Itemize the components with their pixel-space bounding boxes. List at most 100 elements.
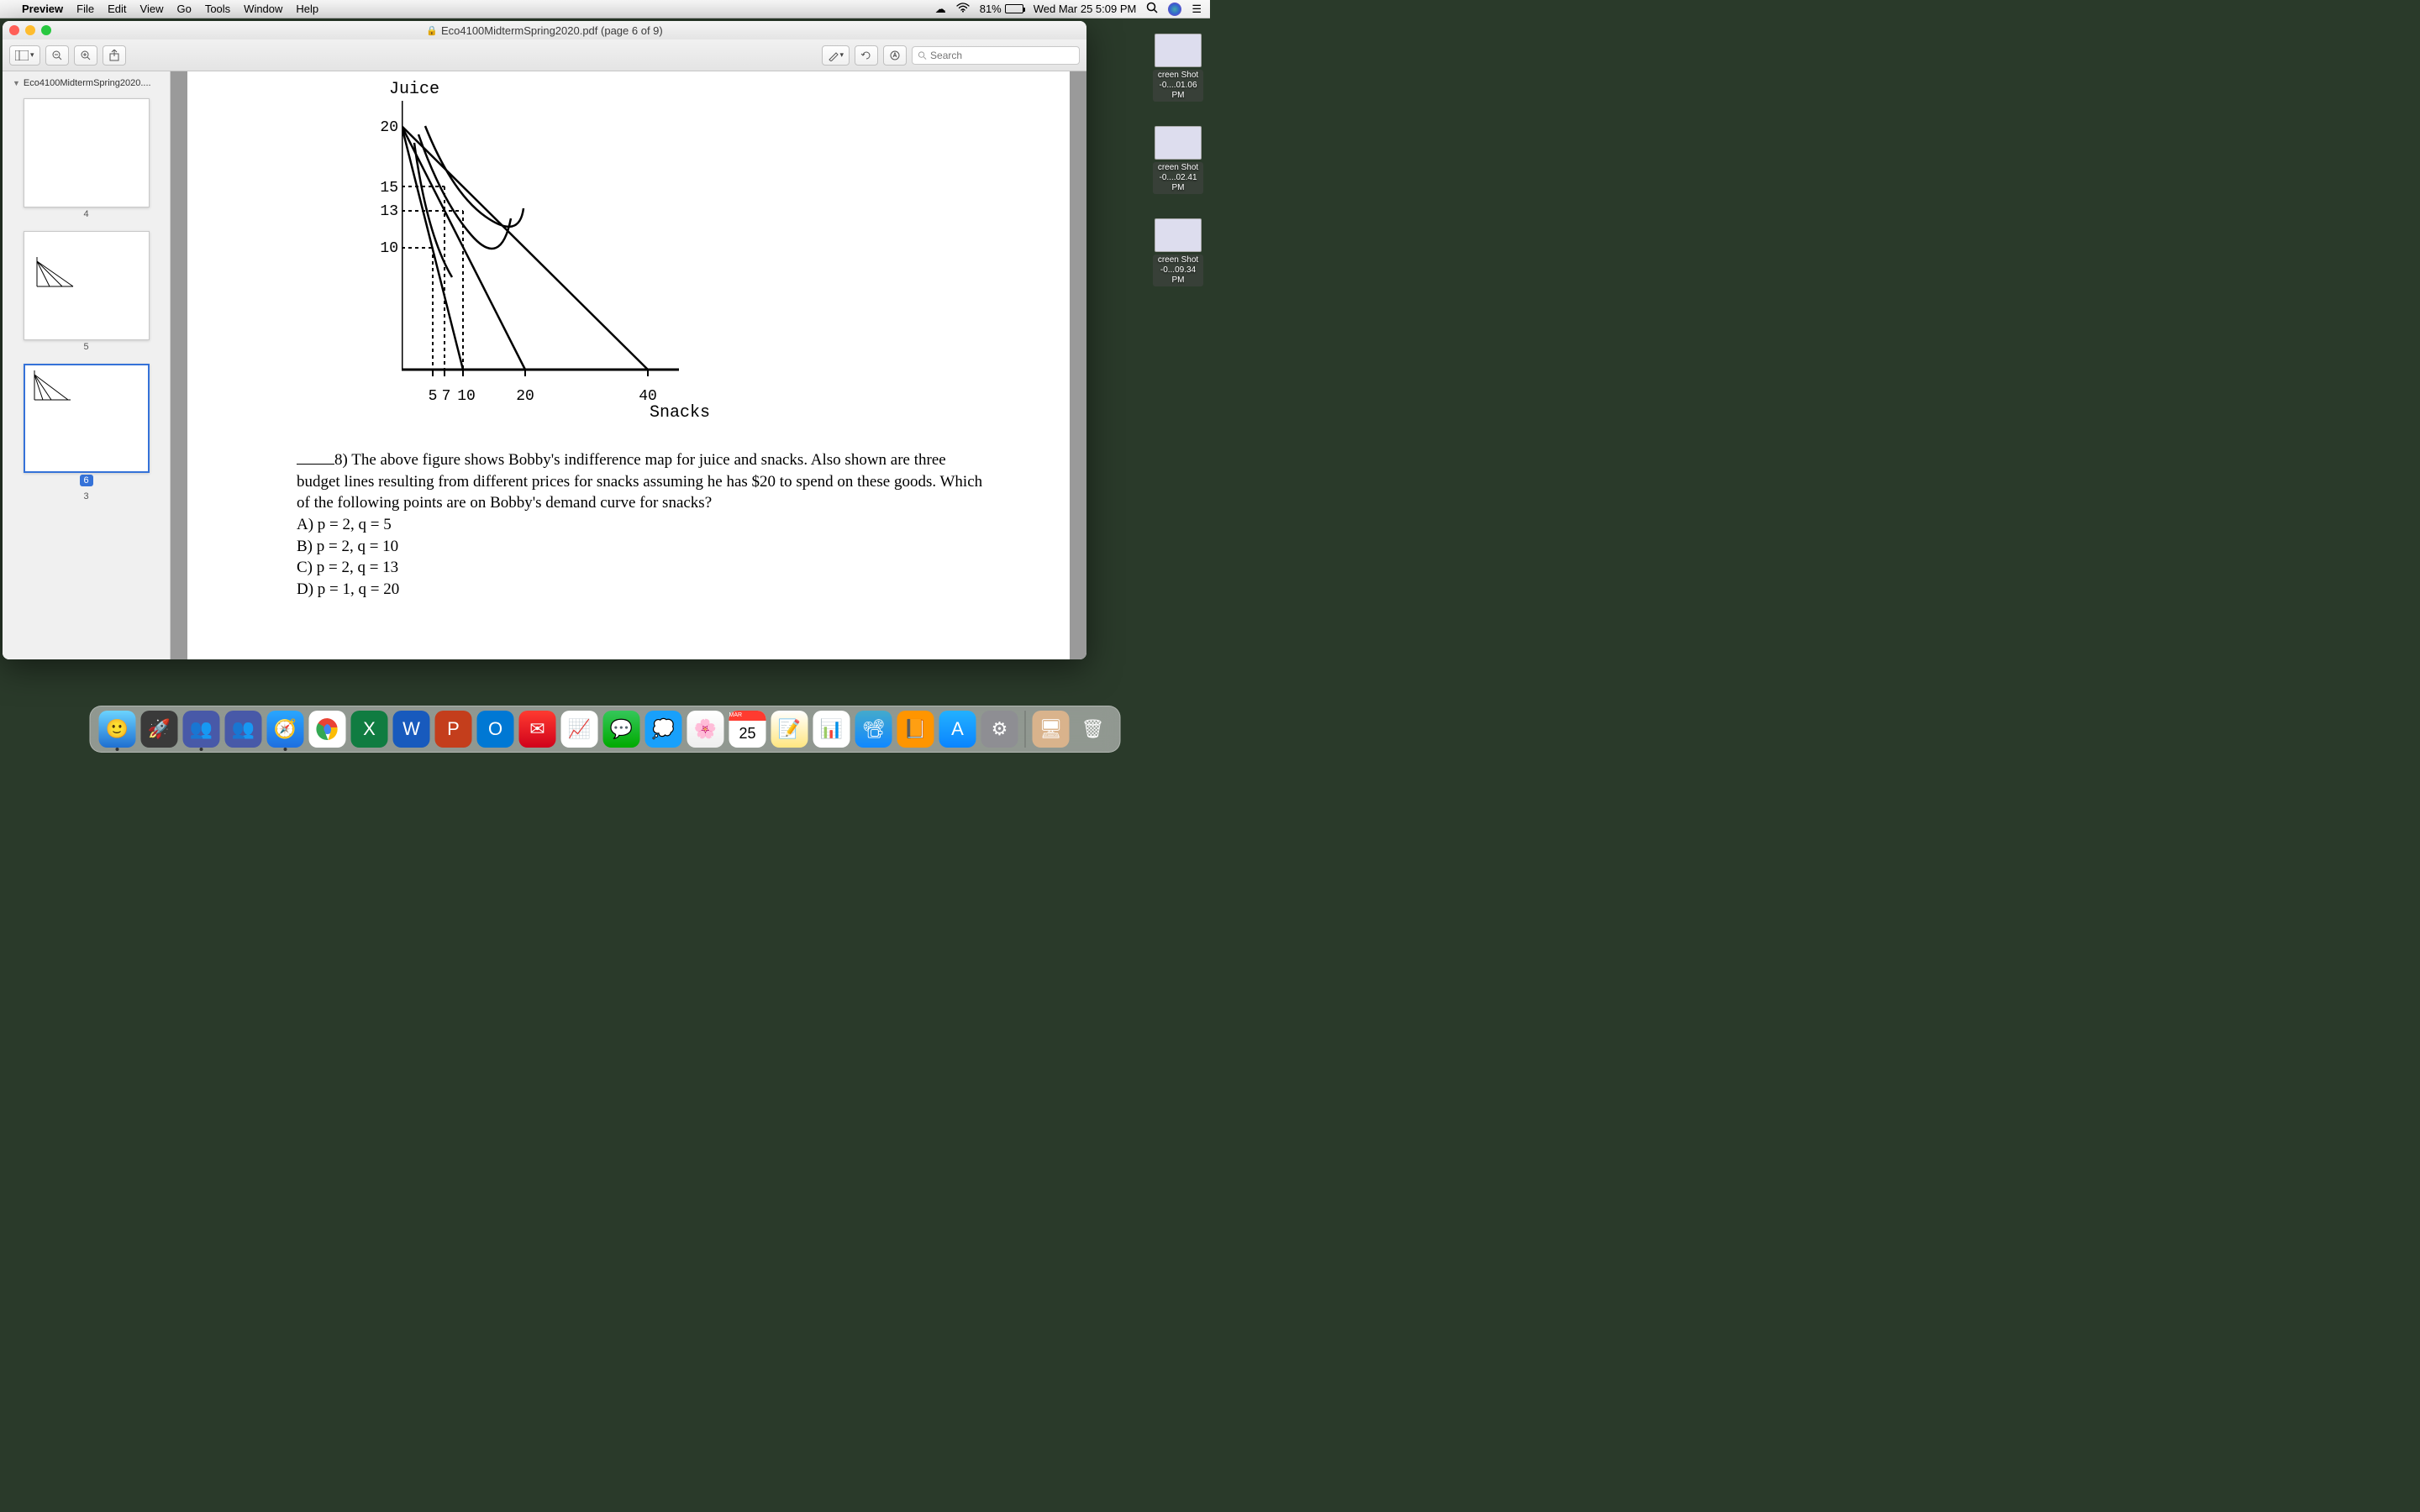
- dock-chat[interactable]: 💭: [645, 711, 682, 748]
- xtick-7: 7: [442, 388, 451, 405]
- page-thumbnail-6[interactable]: [24, 364, 150, 473]
- menu-go[interactable]: Go: [176, 3, 191, 15]
- siri-icon[interactable]: [1168, 3, 1181, 16]
- highlight-button[interactable]: ▾: [822, 45, 850, 66]
- dock-launchpad[interactable]: 🚀: [141, 711, 178, 748]
- menu-view[interactable]: View: [140, 3, 164, 15]
- chart-svg: [402, 101, 704, 386]
- menu-file[interactable]: File: [76, 3, 94, 15]
- close-button[interactable]: [9, 25, 19, 35]
- window-titlebar[interactable]: 🔒 Eco4100MidtermSpring2020.pdf (page 6 o…: [3, 21, 1086, 39]
- minimize-button[interactable]: [25, 25, 35, 35]
- dock-teams-2[interactable]: 👥: [225, 711, 262, 748]
- file-thumb-icon: [1155, 34, 1202, 67]
- dock-messages[interactable]: 💬: [603, 711, 640, 748]
- dock-numbers[interactable]: 📊: [813, 711, 850, 748]
- search-field[interactable]: [912, 46, 1080, 65]
- page-number-5: 5: [11, 342, 161, 352]
- dock-finder[interactable]: 🙂: [99, 711, 136, 748]
- question-text: The above figure shows Bobby's indiffere…: [297, 451, 982, 512]
- dock-excel[interactable]: X: [351, 711, 388, 748]
- share-button[interactable]: [103, 45, 126, 66]
- dock-screenshare[interactable]: 🖥: [1033, 711, 1070, 748]
- battery-percent: 81%: [980, 3, 1002, 15]
- dock-chrome[interactable]: [309, 711, 346, 748]
- option-a: A) p = 2, q = 5: [297, 516, 392, 533]
- question-block: 8) The above figure shows Bobby's indiff…: [297, 449, 986, 600]
- page-viewer[interactable]: Juice: [171, 71, 1086, 659]
- menubar-datetime[interactable]: Wed Mar 25 5:09 PM: [1034, 3, 1137, 15]
- notification-center-icon[interactable]: ☰: [1192, 3, 1202, 16]
- dock-books[interactable]: 📙: [897, 711, 934, 748]
- desktop-screenshot-3[interactable]: creen Shot-0...09.34 PM: [1153, 218, 1203, 286]
- dock-mail[interactable]: ✉︎: [519, 711, 556, 748]
- dock-powerpoint[interactable]: P: [435, 711, 472, 748]
- question-number: 8): [334, 451, 348, 469]
- dock: 🙂 🚀 👥 👥 🧭 X W P O ✉︎ 📈 💬 💭 🌸 MAR 25 📝 📊 …: [90, 706, 1121, 753]
- menu-edit[interactable]: Edit: [108, 3, 126, 15]
- y-axis-label: Juice: [389, 80, 439, 99]
- dock-trash[interactable]: 🗑: [1075, 711, 1112, 748]
- menu-window[interactable]: Window: [244, 3, 282, 15]
- spotlight-icon[interactable]: [1146, 2, 1158, 16]
- file-thumb-icon: [1155, 218, 1202, 252]
- dock-keynote[interactable]: 📽: [855, 711, 892, 748]
- option-b: B) p = 2, q = 10: [297, 538, 398, 555]
- page-thumbnail-4[interactable]: [24, 98, 150, 207]
- app-name[interactable]: Preview: [22, 3, 63, 15]
- xtick-40: 40: [639, 388, 657, 405]
- x-axis-label: Snacks: [650, 403, 710, 423]
- page-number-6: 6: [80, 475, 93, 486]
- menu-tools[interactable]: Tools: [205, 3, 230, 15]
- rotate-button[interactable]: [855, 45, 878, 66]
- lock-icon: 🔒: [426, 25, 438, 36]
- xtick-20: 20: [516, 388, 534, 405]
- dock-notes[interactable]: 📝: [771, 711, 808, 748]
- dock-separator: [1025, 711, 1026, 748]
- page-number-4: 4: [11, 209, 161, 219]
- xtick-5: 5: [429, 388, 438, 405]
- zoom-out-button[interactable]: [45, 45, 69, 66]
- ytick-20: 20: [380, 119, 398, 136]
- dock-calendar[interactable]: MAR 25: [729, 711, 766, 748]
- dock-teams-1[interactable]: 👥: [183, 711, 220, 748]
- thumbnail-sidebar[interactable]: ▼ Eco4100MidtermSpring2020.... 4 5 6 3: [3, 71, 171, 659]
- sidebar-view-button[interactable]: ▾: [9, 45, 40, 66]
- dock-stocks[interactable]: 📈: [561, 711, 598, 748]
- fullscreen-button[interactable]: [41, 25, 51, 35]
- menubar: Preview File Edit View Go Tools Window H…: [0, 0, 1210, 18]
- battery-icon: [1005, 4, 1023, 13]
- battery-status[interactable]: 81%: [980, 3, 1023, 15]
- ytick-13: 13: [380, 203, 398, 220]
- dock-appstore[interactable]: A: [939, 711, 976, 748]
- option-d: D) p = 1, q = 20: [297, 580, 399, 598]
- option-c: C) p = 2, q = 13: [297, 559, 398, 576]
- preview-window: 🔒 Eco4100MidtermSpring2020.pdf (page 6 o…: [3, 21, 1086, 659]
- ytick-15: 15: [380, 180, 398, 197]
- file-thumb-icon: [1155, 126, 1202, 160]
- window-title: Eco4100MidtermSpring2020.pdf (page 6 of …: [441, 24, 663, 37]
- dock-photos[interactable]: 🌸: [687, 711, 724, 748]
- pdf-page: Juice: [187, 71, 1070, 659]
- cloud-icon[interactable]: ☁︎: [935, 3, 946, 16]
- disclosure-triangle-icon[interactable]: ▼: [13, 79, 20, 87]
- dock-settings[interactable]: ⚙︎: [981, 711, 1018, 748]
- zoom-in-button[interactable]: [74, 45, 97, 66]
- sidebar-doc-title[interactable]: ▼ Eco4100MidtermSpring2020....: [11, 76, 161, 93]
- markup-button[interactable]: [883, 45, 907, 66]
- xtick-10: 10: [457, 388, 476, 405]
- desktop-screenshot-1[interactable]: creen Shot-0....01.06 PM: [1153, 34, 1203, 102]
- menu-help[interactable]: Help: [296, 3, 318, 15]
- page-number-3: 3: [11, 491, 161, 501]
- answer-blank: [297, 464, 334, 465]
- search-input[interactable]: [930, 50, 1074, 61]
- dock-word[interactable]: W: [393, 711, 430, 748]
- dock-safari[interactable]: 🧭: [267, 711, 304, 748]
- toolbar: ▾ ▾: [3, 39, 1086, 71]
- dock-outlook[interactable]: O: [477, 711, 514, 748]
- chart: Juice: [288, 80, 1019, 424]
- search-icon: [918, 50, 927, 60]
- page-thumbnail-5[interactable]: [24, 231, 150, 340]
- desktop-screenshot-2[interactable]: creen Shot-0....02.41 PM: [1153, 126, 1203, 194]
- wifi-icon[interactable]: [956, 3, 970, 15]
